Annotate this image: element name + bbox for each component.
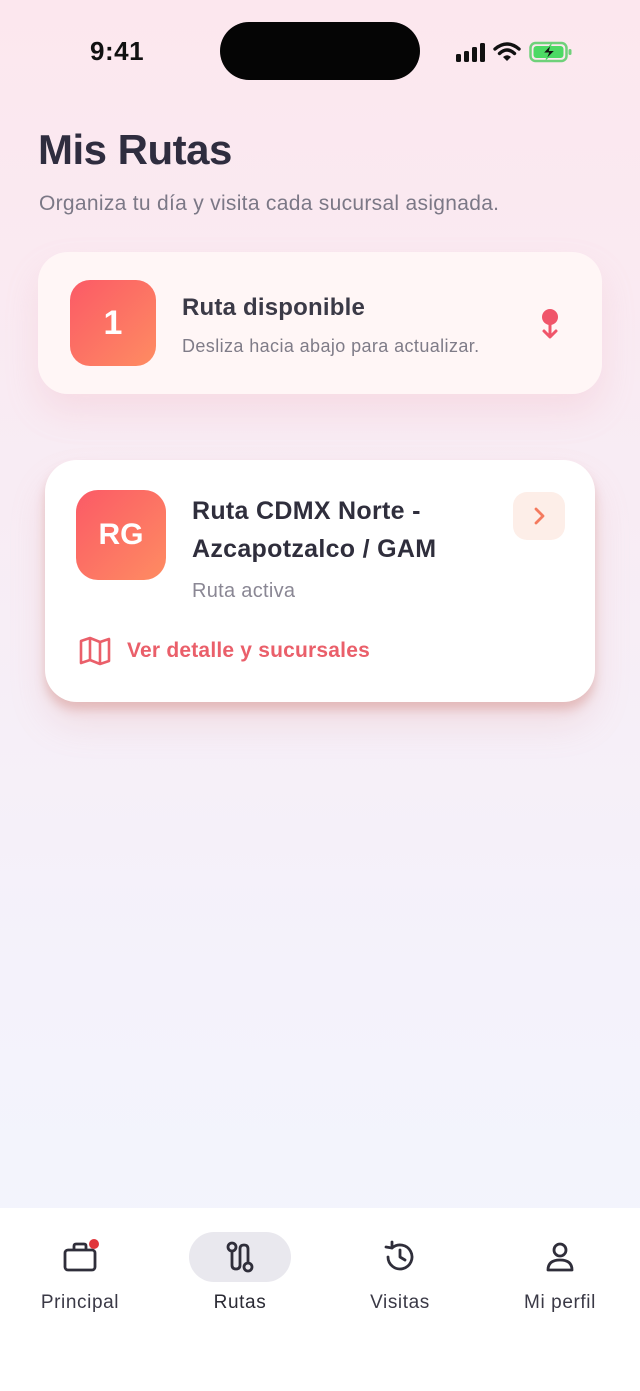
page-subtitle: Organiza tu día y visita cada sucursal a…: [39, 192, 500, 215]
tab-visitas[interactable]: Visitas: [320, 1230, 480, 1340]
map-pin-icon: [542, 309, 558, 339]
user-icon: [546, 1242, 574, 1272]
tab-label: Visitas: [370, 1292, 430, 1313]
status-time: 9:41: [90, 36, 145, 66]
chevron-right-icon: [534, 507, 545, 525]
tab-rutas[interactable]: Rutas: [160, 1230, 320, 1340]
notification-dot: [89, 1239, 99, 1249]
open-route-button[interactable]: [513, 492, 565, 540]
route-icon: [226, 1241, 254, 1273]
route-detail-link[interactable]: Ver detalle y sucursales: [79, 636, 370, 666]
bottom-tab-bar: Principal Rutas Visitas Mi perfil: [0, 1208, 640, 1391]
routes-summary-card: 1 Ruta disponible Desliza hacia abajo pa…: [38, 252, 602, 394]
route-card[interactable]: RG Ruta CDMX Norte - Azcapotzalco / GAM …: [45, 460, 595, 702]
route-name: Ruta CDMX Norte - Azcapotzalco / GAM: [192, 497, 437, 563]
cellular-signal-icon: [456, 42, 485, 62]
summary-title: Ruta disponible: [182, 294, 365, 321]
history-icon: [384, 1240, 414, 1271]
tab-icon-container: [189, 1232, 291, 1282]
tab-mi-perfil[interactable]: Mi perfil: [480, 1230, 640, 1340]
tab-icon-container: [29, 1232, 131, 1282]
tab-icon-container: [349, 1232, 451, 1282]
tab-principal[interactable]: Principal: [0, 1230, 160, 1340]
route-count-badge: 1: [70, 280, 156, 366]
dynamic-island: [220, 22, 420, 80]
page-title: Mis Rutas: [38, 126, 232, 173]
wifi-icon: [493, 42, 521, 61]
route-status: Ruta activa: [192, 580, 296, 602]
tab-label: Principal: [40, 1292, 120, 1313]
tab-label: Rutas: [213, 1292, 267, 1313]
status-icons: [456, 38, 573, 66]
tab-icon-container: [509, 1232, 611, 1282]
status-bar: 9:41: [0, 0, 640, 100]
battery-charging-icon: [529, 41, 572, 63]
map-icon: [79, 636, 111, 666]
tab-label: Mi perfil: [524, 1292, 596, 1313]
route-avatar: RG: [76, 490, 166, 580]
pull-to-refresh-hint: Desliza hacia abajo para actualizar.: [182, 336, 480, 356]
detail-link-label: Ver detalle y sucursales: [127, 639, 370, 662]
